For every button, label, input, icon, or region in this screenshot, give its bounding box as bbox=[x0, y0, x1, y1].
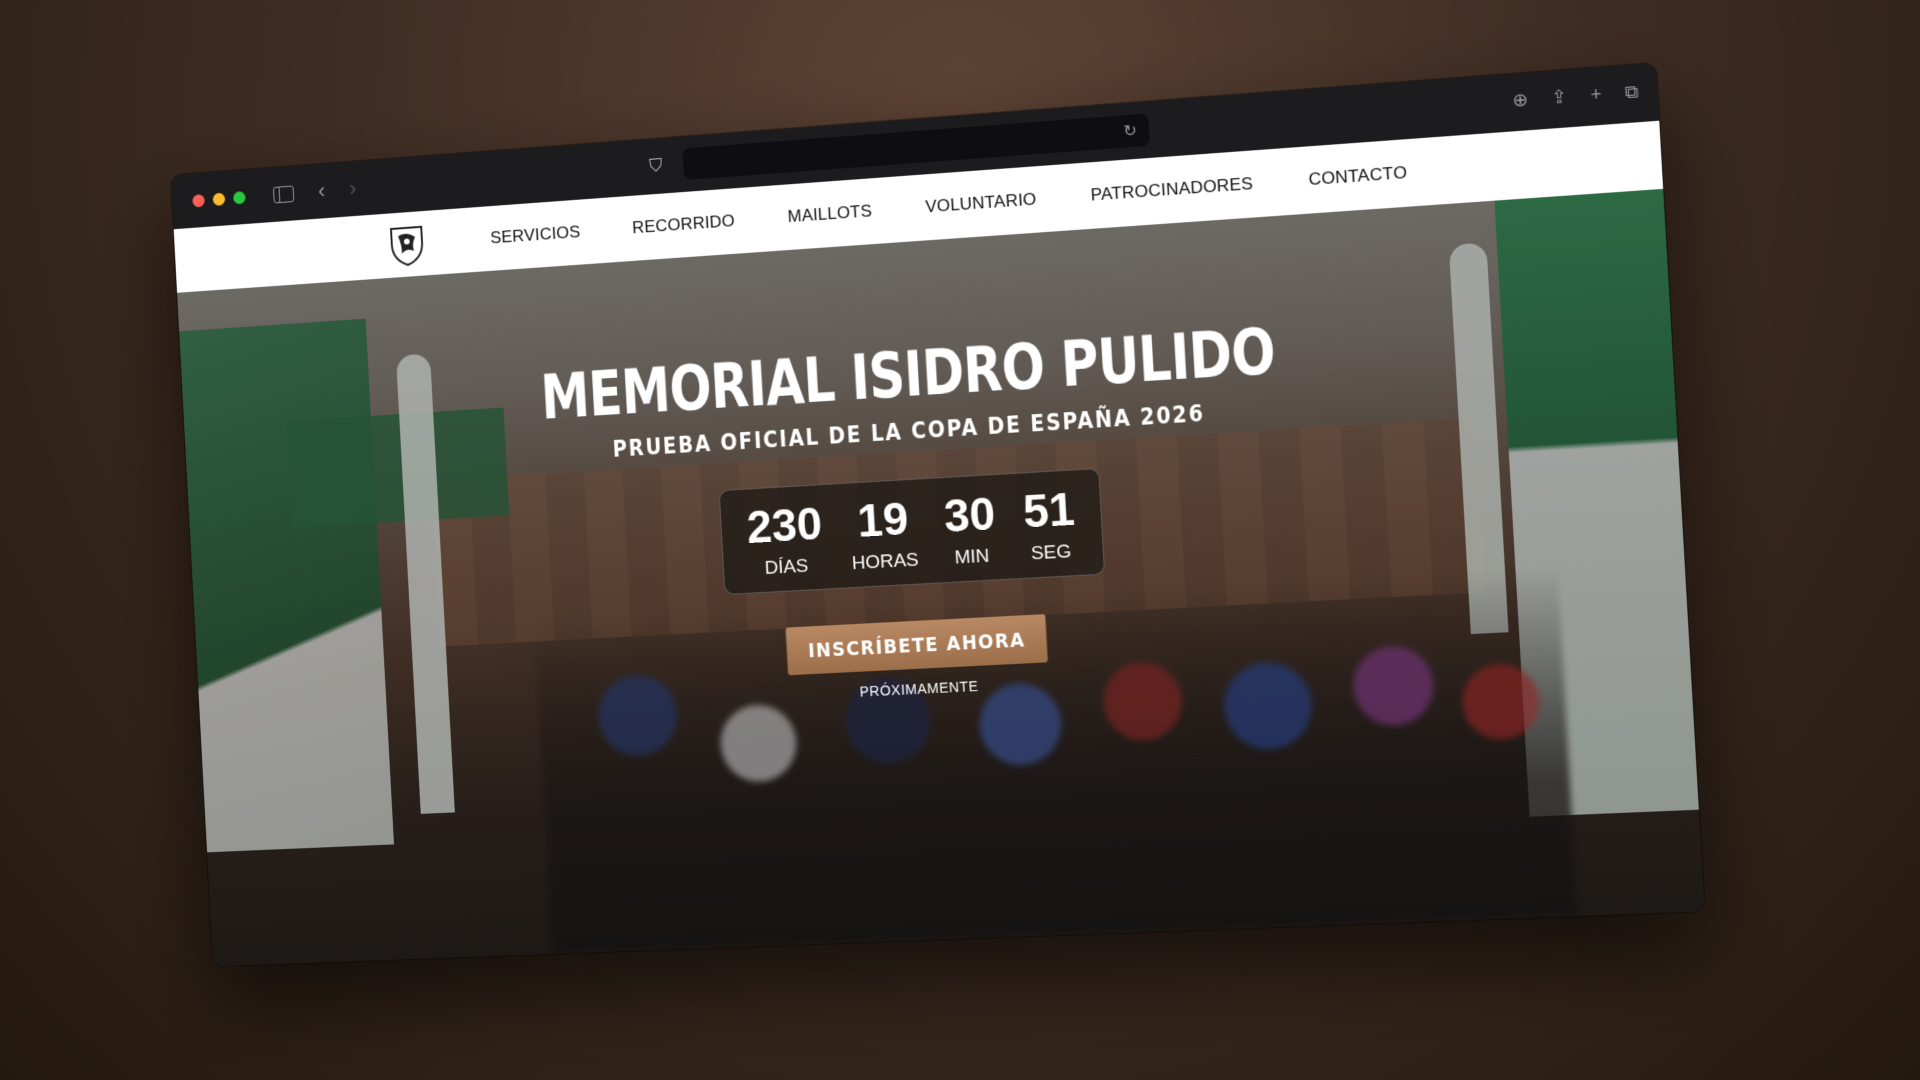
countdown-hours-value: 19 bbox=[856, 494, 909, 545]
sidebar-toggle-icon[interactable] bbox=[273, 185, 294, 203]
tab-overview-icon[interactable]: ⧉ bbox=[1624, 81, 1639, 104]
countdown-days-label: DÍAS bbox=[764, 556, 809, 580]
window-controls bbox=[192, 191, 246, 207]
club-logo[interactable] bbox=[387, 221, 427, 269]
countdown-timer: 230 DÍAS 19 HORAS 30 MIN 51 SEG bbox=[718, 468, 1105, 596]
countdown-minutes-value: 30 bbox=[943, 489, 997, 540]
countdown-hours: 19 HORAS bbox=[848, 494, 919, 576]
hero-section: MEMORIAL ISIDRO PULIDO PRUEBA OFICIAL DE… bbox=[177, 189, 1705, 967]
nav-item-maillots[interactable]: MAILLOTS bbox=[787, 201, 872, 227]
countdown-minutes-label: MIN bbox=[954, 546, 990, 570]
countdown-seconds: 51 SEG bbox=[1022, 484, 1078, 566]
countdown-seconds-value: 51 bbox=[1022, 484, 1076, 535]
back-arrow-icon[interactable]: ‹ bbox=[318, 180, 326, 202]
nav-item-contacto[interactable]: CONTACTO bbox=[1308, 163, 1408, 190]
zoom-window-button[interactable] bbox=[233, 191, 246, 204]
toolbar-actions: ⊕ ⇪ + ⧉ bbox=[1512, 81, 1639, 112]
club-logo-emblem bbox=[387, 221, 427, 269]
countdown-seconds-label: SEG bbox=[1030, 541, 1072, 565]
countdown-hours-label: HORAS bbox=[851, 550, 919, 576]
download-icon[interactable]: ⊕ bbox=[1512, 89, 1529, 112]
browser-window: ‹ › ⛉ ↻ ⊕ ⇪ + ⧉ SERVICIOS RECORRIDO MAIL… bbox=[171, 63, 1705, 966]
nav-item-voluntario[interactable]: VOLUNTARIO bbox=[925, 189, 1037, 217]
privacy-shield-icon[interactable]: ⛉ bbox=[649, 155, 665, 176]
register-now-button[interactable]: INSCRÍBETE AHORA bbox=[786, 614, 1049, 675]
reload-icon[interactable]: ↻ bbox=[1123, 120, 1138, 141]
nav-item-patrocinadores[interactable]: PATROCINADORES bbox=[1090, 174, 1254, 206]
minimize-window-button[interactable] bbox=[213, 192, 226, 205]
share-icon[interactable]: ⇪ bbox=[1551, 86, 1568, 109]
close-window-button[interactable] bbox=[192, 194, 205, 207]
nav-item-recorrido[interactable]: RECORRIDO bbox=[632, 211, 736, 238]
countdown-days: 230 DÍAS bbox=[745, 499, 824, 581]
nav-item-servicios[interactable]: SERVICIOS bbox=[490, 222, 581, 248]
countdown-days-value: 230 bbox=[745, 499, 823, 551]
new-tab-icon[interactable]: + bbox=[1590, 84, 1602, 106]
countdown-minutes: 30 MIN bbox=[943, 489, 998, 570]
forward-arrow-icon[interactable]: › bbox=[349, 178, 357, 200]
